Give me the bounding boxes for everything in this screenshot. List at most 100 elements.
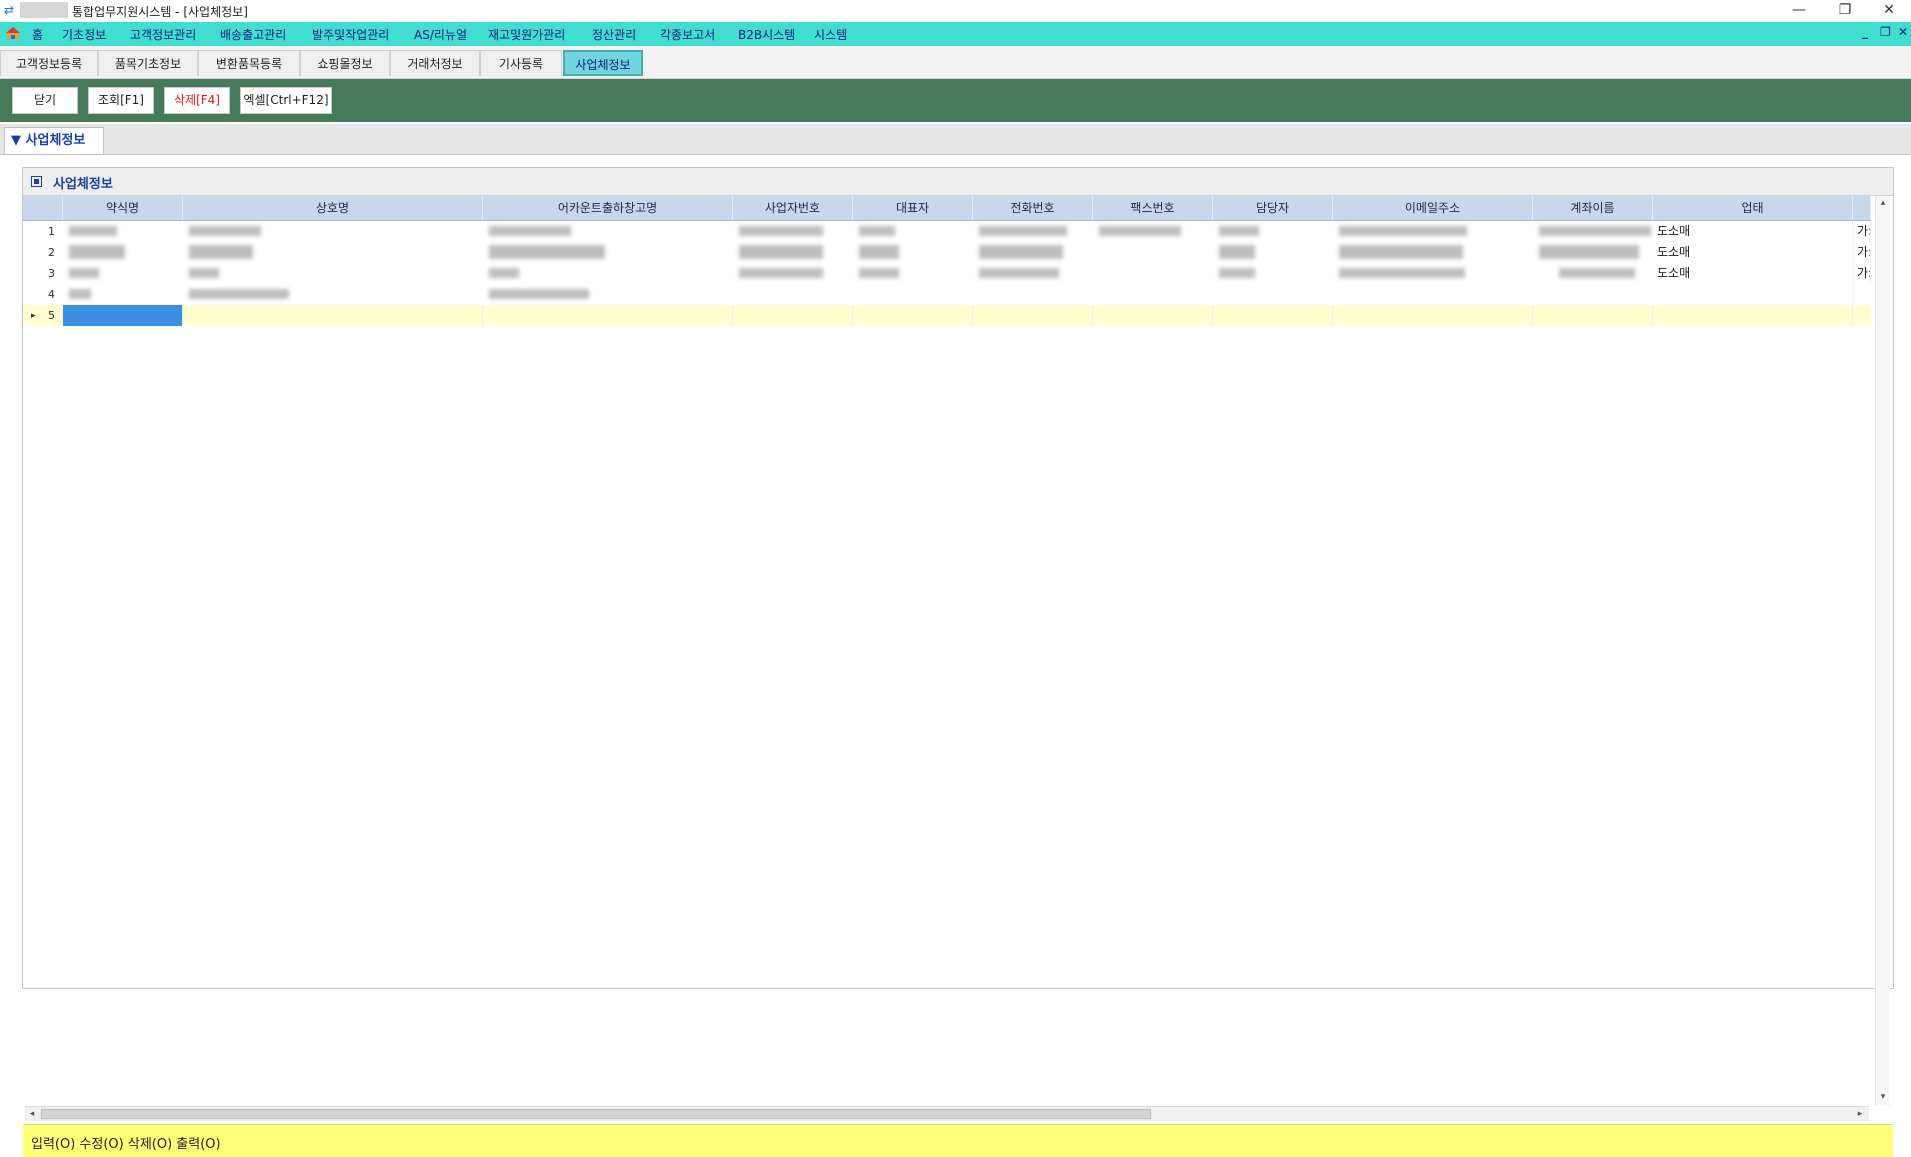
collapse-icon[interactable] — [31, 176, 42, 187]
new-row[interactable]: ▸ 5 — [23, 305, 1871, 326]
menu-settlement[interactable]: 정산관리 — [592, 26, 636, 43]
table-row[interactable]: 1 도소매 가: — [23, 221, 1871, 242]
menu-as[interactable]: AS/리뉴얼 — [414, 26, 467, 43]
scroll-up-icon[interactable]: ▴ — [1876, 196, 1890, 210]
vertical-scrollbar[interactable]: ▴ ▾ — [1875, 196, 1890, 1106]
business-type-cell[interactable]: 도소매 — [1653, 221, 1853, 242]
table-row[interactable]: 2 도소매 가: — [23, 242, 1871, 263]
redacted-cell — [189, 245, 253, 259]
horizontal-scrollbar[interactable]: ◂ ▸ — [25, 1106, 1869, 1121]
redacted-cell — [189, 289, 289, 299]
menu-order[interactable]: 발주및작업관리 — [312, 26, 389, 43]
redacted-cell — [1339, 226, 1467, 236]
home-icon[interactable] — [6, 27, 20, 40]
toolbar: 닫기 조회[F1] 삭제[F4] 엑셀[Ctrl+F12] — [0, 79, 1911, 122]
row-header-corner — [23, 196, 63, 220]
redacted-cell — [859, 245, 899, 259]
account-name-cell[interactable] — [1533, 305, 1653, 326]
excel-button[interactable]: 엑셀[Ctrl+F12] — [240, 87, 332, 114]
business-grid[interactable]: 약식명 상호명 어카운트출하창고명 사업자번호 대표자 전화번호 팩스번호 담당… — [23, 196, 1871, 940]
row-number: 4 — [48, 288, 55, 301]
delete-button[interactable]: 삭제[F4] — [164, 87, 230, 114]
redacted-cell — [189, 268, 219, 278]
permission-status-text: 입력(O) 수정(O) 삭제(O) 출력(O) — [31, 1137, 221, 1152]
overflow-cell[interactable]: 가: — [1853, 263, 1871, 284]
representative-cell[interactable] — [853, 305, 973, 326]
row-number: 1 — [48, 225, 55, 238]
table-row[interactable]: 3 도소매 가: — [23, 263, 1871, 284]
menu-home[interactable]: 홈 — [32, 26, 43, 43]
tab-client-info[interactable]: 거래처정보 — [390, 50, 480, 76]
col-representative[interactable]: 대표자 — [853, 196, 973, 220]
section-tab-business-info[interactable]: ▼ 사업체정보 — [4, 127, 104, 154]
tab-item-convert[interactable]: 변환품목등록 — [198, 50, 300, 76]
menu-bar: 홈 기초정보 고객정보관리 배송출고관리 발주및작업관리 AS/리뉴얼 재고및원… — [0, 22, 1911, 46]
row-number: 3 — [48, 267, 55, 280]
tab-business-info[interactable]: 사업체정보 — [563, 50, 643, 76]
manager-cell[interactable] — [1213, 305, 1333, 326]
menu-reports[interactable]: 각종보고서 — [660, 26, 715, 43]
table-row[interactable]: 4 — [23, 284, 1871, 305]
close-window-button[interactable]: ✕ — [1866, 0, 1911, 22]
business-type-cell[interactable] — [1653, 305, 1853, 326]
col-business-number[interactable]: 사업자번호 — [733, 196, 853, 220]
menu-system[interactable]: 시스템 — [814, 26, 847, 43]
col-short-name[interactable]: 약식명 — [63, 196, 183, 220]
panel-header: 사업체정보 — [23, 168, 1893, 196]
tab-item-basic[interactable]: 품목기초정보 — [98, 50, 198, 76]
col-warehouse-name[interactable]: 어카운트출하창고명 — [483, 196, 733, 220]
redacted-cell — [1099, 226, 1181, 236]
redacted-cell — [1219, 268, 1255, 278]
minimize-button[interactable]: — — [1776, 0, 1822, 22]
scroll-right-icon[interactable]: ▸ — [1853, 1107, 1867, 1121]
col-fax[interactable]: 팩스번호 — [1093, 196, 1213, 220]
close-button[interactable]: 닫기 — [12, 87, 78, 114]
row-number: 2 — [48, 246, 55, 259]
phone-cell[interactable] — [973, 305, 1093, 326]
menu-inventory[interactable]: 재고및원가관리 — [488, 26, 565, 43]
mdi-close-button[interactable]: ✕ — [1898, 25, 1908, 39]
redacted-cell — [1339, 268, 1465, 278]
restore-button[interactable]: ❐ — [1822, 0, 1868, 22]
tab-mall-info[interactable]: 쇼핑몰정보 — [300, 50, 390, 76]
col-company-name[interactable]: 상호명 — [183, 196, 483, 220]
overflow-cell[interactable]: 가: — [1853, 221, 1871, 242]
menu-customer[interactable]: 고객정보관리 — [130, 26, 196, 43]
col-manager[interactable]: 담당자 — [1213, 196, 1333, 220]
horizontal-scroll-thumb[interactable] — [41, 1109, 1151, 1119]
col-business-type[interactable]: 업태 — [1653, 196, 1853, 220]
business-type-cell[interactable]: 도소매 — [1653, 263, 1853, 284]
redacted-cell — [739, 226, 823, 236]
redacted-cell — [1559, 268, 1635, 278]
fax-cell[interactable] — [1093, 305, 1213, 326]
redacted-cell — [859, 268, 899, 278]
col-account-name[interactable]: 계좌이름 — [1533, 196, 1653, 220]
scroll-down-icon[interactable]: ▾ — [1876, 1090, 1890, 1104]
scroll-left-icon[interactable]: ◂ — [25, 1107, 39, 1121]
tab-customer-register[interactable]: 고객정보등록 — [0, 50, 98, 76]
title-bar: ⇄ 통합업무지원시스템 - [사업체정보] — ❐ ✕ — [0, 0, 1911, 22]
menu-b2b[interactable]: B2B시스템 — [738, 26, 795, 43]
redacted-cell — [979, 268, 1059, 278]
redacted-cell — [69, 268, 99, 278]
business-type-cell[interactable]: 도소매 — [1653, 242, 1853, 263]
mdi-minimize-button[interactable]: _ — [1862, 25, 1868, 39]
col-email[interactable]: 이메일주소 — [1333, 196, 1533, 220]
app-icon: ⇄ — [4, 3, 15, 17]
business-number-cell[interactable] — [733, 305, 853, 326]
selected-cell[interactable] — [63, 305, 183, 326]
overflow-cell[interactable]: 가: — [1853, 242, 1871, 263]
email-cell[interactable] — [1333, 305, 1533, 326]
redacted-cell — [489, 226, 571, 236]
search-button[interactable]: 조회[F1] — [88, 87, 154, 114]
mdi-restore-button[interactable]: ❐ — [1880, 25, 1891, 39]
redacted-cell — [1539, 245, 1639, 259]
tab-driver-register[interactable]: 기사등록 — [480, 50, 562, 76]
business-type-cell[interactable] — [1653, 284, 1853, 305]
company-name-cell[interactable] — [183, 305, 483, 326]
menu-basic-info[interactable]: 기초정보 — [62, 26, 106, 43]
col-phone[interactable]: 전화번호 — [973, 196, 1093, 220]
warehouse-cell[interactable] — [483, 305, 733, 326]
title-redacted — [20, 2, 68, 18]
menu-shipping[interactable]: 배송출고관리 — [220, 26, 286, 43]
